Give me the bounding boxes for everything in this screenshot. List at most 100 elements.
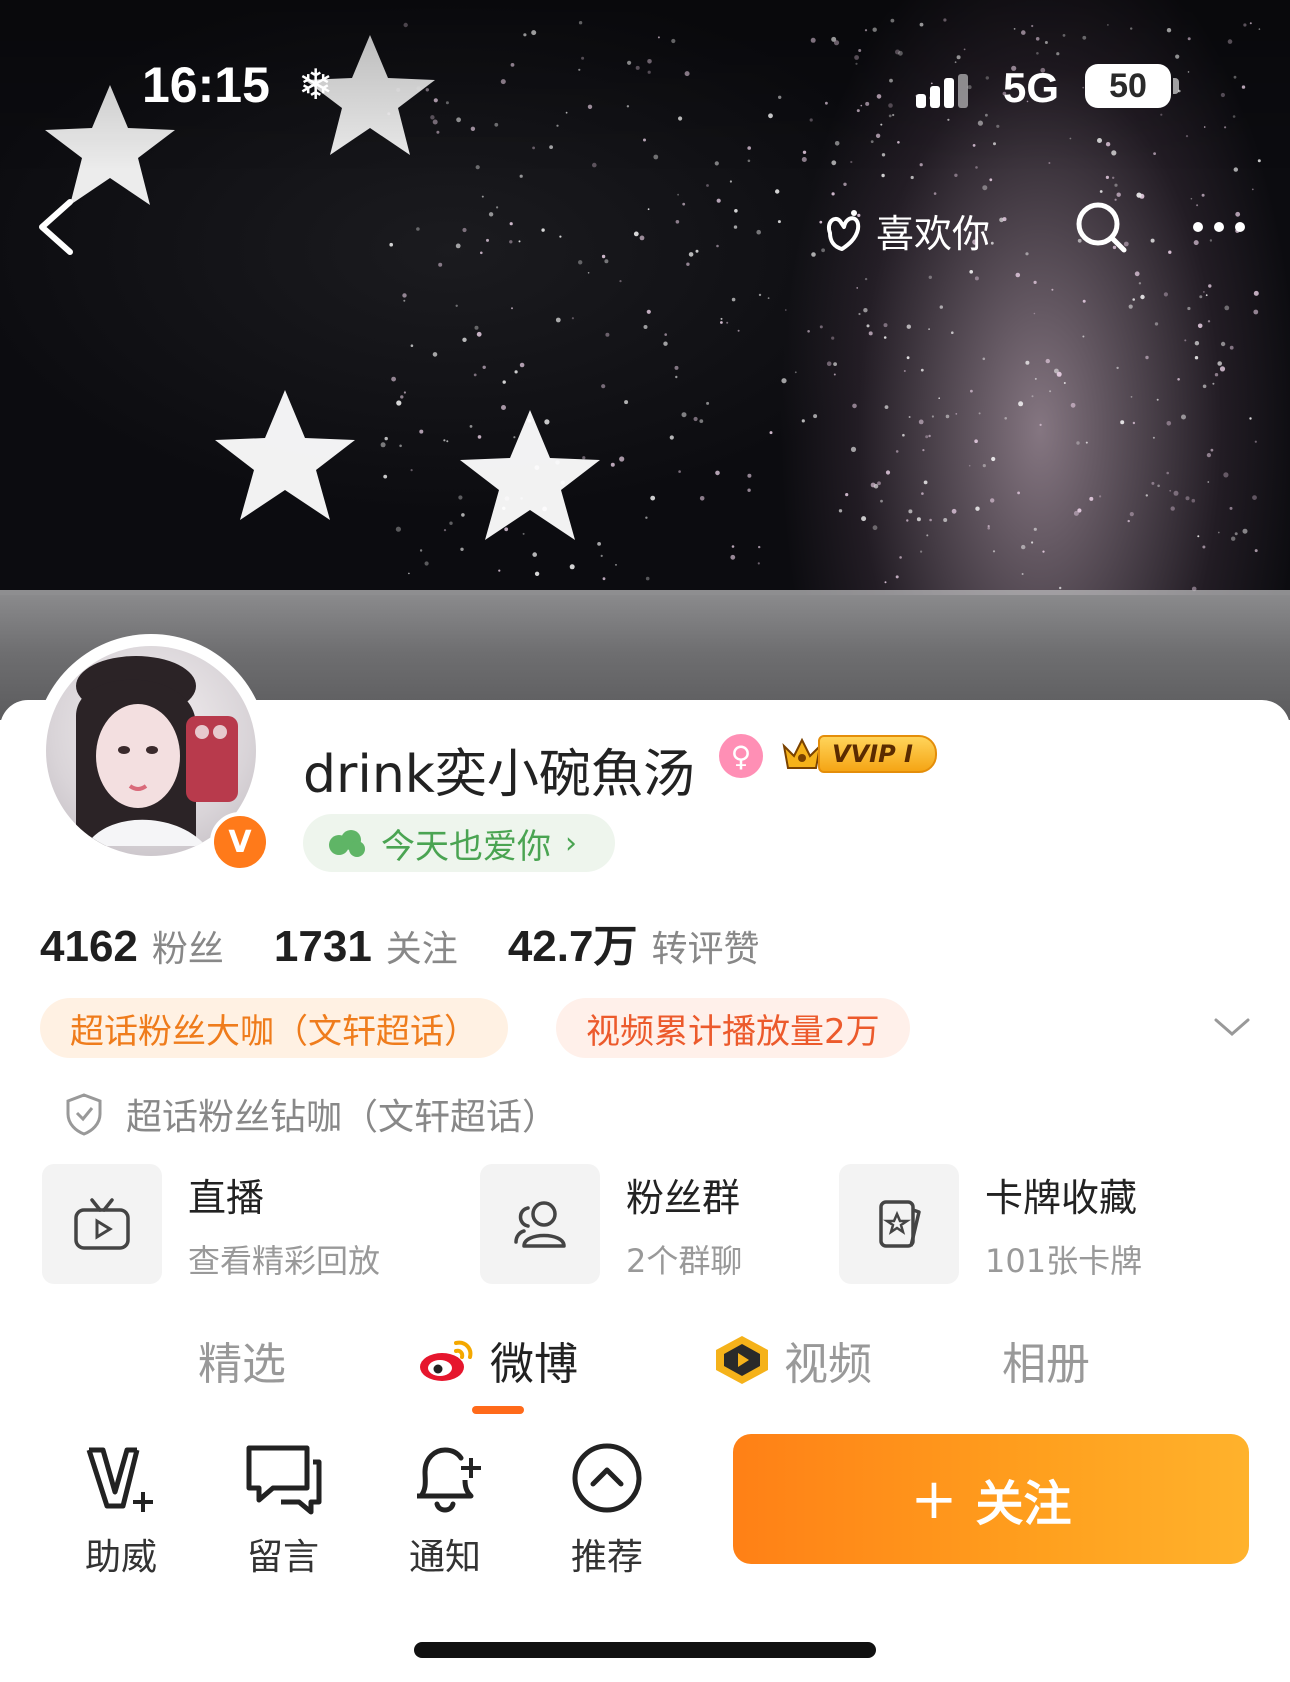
- sparkle-dot: [432, 352, 438, 357]
- sparkle-dot: [1116, 366, 1119, 370]
- sparkle-dot: [1034, 377, 1037, 380]
- tab-indicator: [472, 1406, 524, 1414]
- sparkle-dot: [1191, 498, 1196, 503]
- sparkle-dot: [715, 470, 720, 476]
- sparkle-dot: [416, 227, 420, 231]
- sparkle-dot: [462, 337, 467, 342]
- sparkle-dot: [1021, 544, 1026, 550]
- stat-followers[interactable]: 4162 粉丝: [40, 920, 224, 972]
- tab-video[interactable]: 视频: [712, 1330, 872, 1390]
- sparkle-dot: [928, 275, 932, 279]
- more-dots-icon: [1193, 222, 1245, 232]
- sparkle-dot: [906, 356, 910, 360]
- notify-button[interactable]: 通知: [390, 1440, 500, 1580]
- sparkle-dot: [931, 415, 935, 418]
- tab-featured[interactable]: 精选: [198, 1330, 286, 1390]
- sparkle-dot: [706, 184, 709, 187]
- female-gender-icon: ♀: [719, 734, 763, 778]
- expand-button[interactable]: [1212, 1012, 1252, 1042]
- sparkle-dot: [1151, 481, 1155, 485]
- sparkle-dot: [885, 470, 891, 475]
- search-icon: [1076, 202, 1127, 253]
- search-button[interactable]: [1072, 198, 1132, 258]
- sparkle-dot: [1168, 250, 1172, 254]
- sparkle-dot: [663, 341, 668, 346]
- sparkle-dot: [455, 304, 458, 307]
- verified-badge-icon: V: [210, 812, 270, 872]
- sparkle-dot: [458, 495, 463, 500]
- sparkle-dot: [1150, 238, 1155, 243]
- sparkle-dot: [688, 252, 694, 257]
- sparkle-dot: [906, 324, 911, 329]
- sparkle-dot: [1187, 306, 1191, 311]
- sparkle-dot: [664, 333, 667, 336]
- sparkle-dot: [969, 270, 973, 274]
- sparkle-dot: [1210, 448, 1214, 452]
- sparkle-dot: [1049, 390, 1052, 393]
- message-button[interactable]: 留言: [228, 1440, 338, 1580]
- sparkle-dot: [870, 482, 876, 488]
- sparkle-dot: [1194, 356, 1199, 360]
- sparkle-dot: [843, 182, 847, 186]
- sparkle-dot: [864, 277, 868, 281]
- sparkle-dot: [1056, 371, 1062, 377]
- badge-video-views[interactable]: 视频累计播放量2万: [556, 998, 910, 1058]
- like-you-label: 喜欢你: [876, 211, 991, 256]
- sparkle-dot: [460, 547, 464, 551]
- sparkle-dot: [408, 572, 410, 575]
- sparkle-dot: [831, 192, 835, 196]
- sparkle-dot: [730, 554, 736, 560]
- like-you-button[interactable]: 喜欢你: [820, 200, 990, 260]
- sparkle-dot: [1099, 495, 1102, 498]
- sparkle-dot: [918, 419, 924, 425]
- sparkle-dot: [1114, 183, 1118, 187]
- sparkle-dot: [978, 412, 981, 415]
- vvip-badge[interactable]: VVIP I: [780, 734, 937, 774]
- tab-weibo[interactable]: 微博: [416, 1330, 578, 1390]
- tile-fan-group-sub: 2个群聊: [626, 1241, 743, 1280]
- sparkle-dot: [916, 517, 921, 522]
- sparkle-dot: [928, 328, 930, 330]
- signal-icon: [916, 74, 968, 108]
- tab-album[interactable]: 相册: [1002, 1330, 1090, 1390]
- mood-status-pill[interactable]: 今天也爱你 ›: [303, 814, 615, 872]
- tile-fan-group[interactable]: 粉丝群 2个群聊: [480, 1164, 742, 1284]
- recommend-button[interactable]: 推荐: [552, 1440, 662, 1580]
- tile-live-title: 直播: [188, 1175, 265, 1220]
- sparkle-dot: [807, 330, 810, 333]
- sparkle-dot: [868, 331, 873, 336]
- sparkle-dot: [811, 252, 816, 257]
- stat-interactions[interactable]: 42.7万 转评赞: [508, 910, 760, 974]
- tile-live[interactable]: 直播 查看精彩回放: [42, 1164, 380, 1284]
- sparkle-dot: [461, 513, 465, 517]
- tile-card-collection[interactable]: 卡牌收藏 101张卡牌: [839, 1164, 1142, 1284]
- vvip-label: VVIP I: [818, 735, 937, 773]
- sparkle-dot: [1201, 193, 1205, 197]
- sparkle-dot: [1145, 494, 1149, 497]
- sparkle-dot: [1224, 305, 1230, 311]
- cheer-button[interactable]: 助威: [66, 1440, 176, 1580]
- sparkle-dot: [1181, 414, 1186, 420]
- sparkle-dot: [501, 405, 506, 410]
- card-icon: [879, 1200, 921, 1248]
- sparkle-dot: [1042, 550, 1045, 553]
- sparkle-dot: [856, 287, 858, 289]
- more-button[interactable]: [1188, 205, 1250, 249]
- sparkle-dot: [881, 173, 885, 178]
- back-button[interactable]: [30, 192, 90, 262]
- badge-super-fan[interactable]: 超话粉丝大咖（文轩超话）: [40, 998, 508, 1058]
- sparkle-dot: [726, 321, 729, 324]
- sparkle-dot: [982, 464, 986, 468]
- follow-button[interactable]: + 关注: [733, 1434, 1249, 1564]
- honor-row[interactable]: 超话粉丝钻咖（文轩超话）: [64, 1088, 558, 1140]
- sparkle-dot: [1202, 384, 1207, 389]
- sparkle-dot: [1206, 453, 1211, 458]
- stat-following[interactable]: 1731 关注: [274, 920, 458, 972]
- sparkle-dot: [866, 324, 870, 328]
- home-indicator[interactable]: [414, 1642, 876, 1658]
- sparkle-dot: [695, 249, 699, 253]
- sparkle-dot: [1099, 190, 1103, 193]
- sparkle-dot: [1203, 291, 1205, 293]
- tile-card-sub: 101张卡牌: [985, 1241, 1143, 1280]
- sparkle-dot: [1169, 489, 1172, 492]
